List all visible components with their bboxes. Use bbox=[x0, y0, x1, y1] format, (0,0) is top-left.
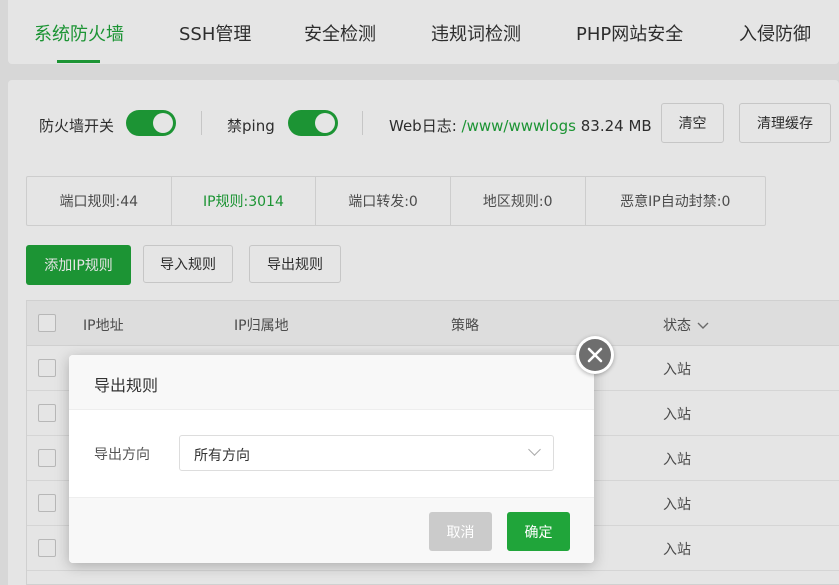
chevron-down-icon bbox=[528, 443, 541, 456]
dialog-header: 导出规则 bbox=[69, 355, 594, 410]
export-direction-select[interactable]: 所有方向 bbox=[179, 435, 554, 471]
export-direction-label: 导出方向 bbox=[94, 447, 150, 463]
dialog-footer: 取消 确定 bbox=[69, 497, 594, 563]
close-icon bbox=[579, 339, 611, 371]
dialog-close-button[interactable] bbox=[576, 336, 614, 374]
export-direction-value: 所有方向 bbox=[194, 448, 250, 464]
export-rules-dialog: 导出规则 导出方向 所有方向 取消 确定 bbox=[69, 355, 594, 563]
dialog-title: 导出规则 bbox=[94, 376, 159, 395]
confirm-button[interactable]: 确定 bbox=[507, 512, 570, 551]
cancel-button[interactable]: 取消 bbox=[429, 512, 492, 551]
